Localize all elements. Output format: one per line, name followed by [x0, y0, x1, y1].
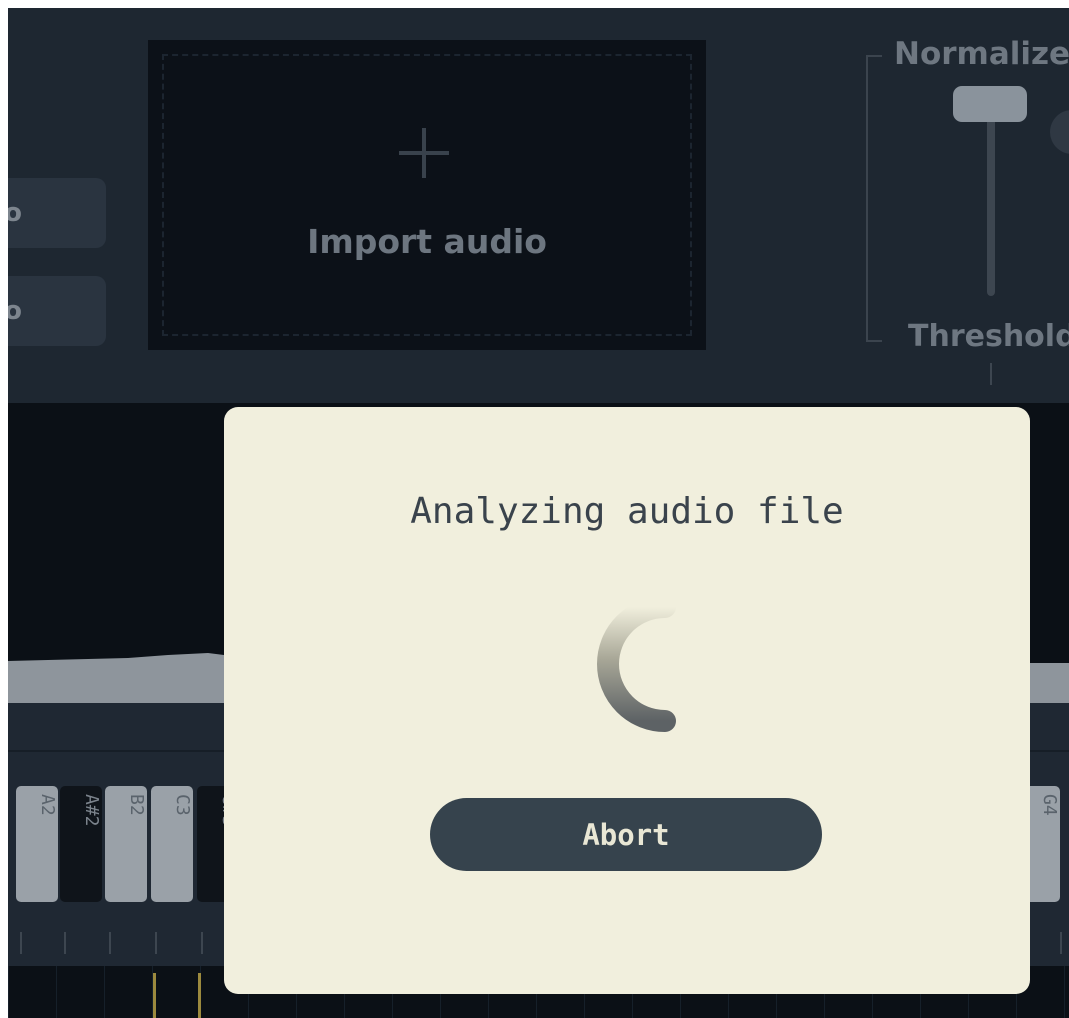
abort-button[interactable]: Abort — [430, 798, 822, 871]
sidebar-button-1-label: o — [8, 198, 22, 228]
ruler-tick — [64, 932, 66, 954]
playhead-marker — [153, 973, 156, 1018]
plus-icon — [399, 128, 449, 178]
analyzing-dialog: Analyzing audio file Abort — [224, 407, 1030, 994]
sidebar-button-2[interactable]: o — [8, 276, 106, 346]
normalize-toggle-knob[interactable] — [1050, 110, 1069, 154]
import-audio-dropzone[interactable]: Import audio — [148, 40, 706, 350]
ruler-tick — [20, 932, 22, 954]
piano-key-label: C3 — [172, 794, 193, 816]
threshold-slider-thumb[interactable] — [953, 86, 1027, 122]
playhead-marker — [198, 973, 201, 1018]
sidebar-button-1[interactable]: o — [8, 178, 106, 248]
ruler-tick — [201, 932, 203, 954]
threshold-label: Threshold — [908, 319, 1069, 354]
import-audio-label: Import audio — [307, 222, 547, 261]
ruler-tick — [155, 932, 157, 954]
piano-key-label: B2 — [126, 794, 147, 816]
piano-key-a2[interactable]: A2 — [16, 786, 58, 902]
piano-key-label: A#2 — [81, 794, 102, 827]
piano-key-b2[interactable]: B2 — [105, 786, 147, 902]
piano-key-label: A2 — [37, 794, 58, 816]
threshold-slider-track[interactable] — [987, 112, 995, 296]
loading-spinner-icon — [597, 596, 676, 732]
ruler-tick — [109, 932, 111, 954]
threshold-tick — [990, 363, 992, 385]
dialog-title: Analyzing audio file — [410, 491, 844, 532]
piano-key-a-sharp-2[interactable]: A#2 — [60, 786, 102, 902]
ruler-tick — [1060, 932, 1062, 954]
piano-key-c3[interactable]: C3 — [151, 786, 193, 902]
normalize-bracket — [866, 55, 882, 342]
top-panel: o o Import audio Normalize Threshold — [8, 8, 1069, 403]
normalize-title: Normalize — [894, 36, 1069, 72]
sidebar-button-2-label: o — [8, 296, 22, 326]
